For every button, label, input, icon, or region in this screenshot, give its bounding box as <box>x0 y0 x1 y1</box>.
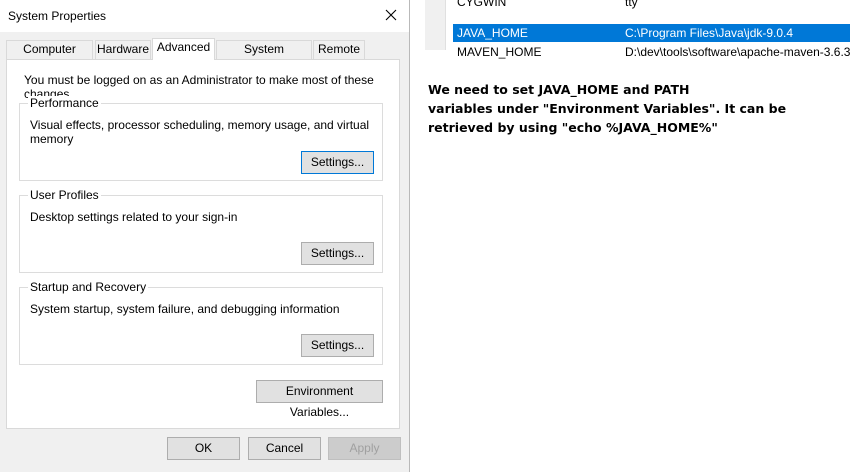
close-icon <box>385 9 397 24</box>
window-title: System Properties <box>8 9 107 23</box>
environment-variables-list: CYGWIN tty JAVA_HOME C:\Program Files\Ja… <box>421 0 850 59</box>
startup-recovery-group: Startup and Recovery System startup, sys… <box>19 280 383 365</box>
apply-button[interactable]: Apply <box>328 437 401 460</box>
env-value: C:\Program Files\Java\jdk-9.0.4 <box>625 26 794 40</box>
instruction-annotation: We need to set JAVA_HOME and PATH variab… <box>428 80 828 137</box>
env-row-cygwin[interactable]: CYGWIN tty <box>453 0 850 11</box>
cancel-button[interactable]: Cancel <box>248 437 321 460</box>
env-name: CYGWIN <box>457 0 507 9</box>
system-properties-dialog: System Properties Computer Name Hardware… <box>0 0 410 472</box>
performance-group-label: Performance <box>28 96 101 110</box>
startup-recovery-group-label: Startup and Recovery <box>28 280 149 294</box>
startup-recovery-description: System startup, system failure, and debu… <box>30 302 340 316</box>
close-button[interactable] <box>372 0 409 32</box>
user-profiles-description: Desktop settings related to your sign-in <box>30 210 238 224</box>
tab-system-protection[interactable]: System Protection <box>216 40 312 73</box>
env-name: MAVEN_HOME <box>457 45 542 59</box>
env-value: tty <box>625 0 638 9</box>
tab-advanced[interactable]: Advanced <box>152 38 215 60</box>
performance-settings-button[interactable]: Settings... <box>301 151 374 174</box>
ok-button[interactable]: OK <box>167 437 240 460</box>
annotation-line: variables under "Environment Variables".… <box>428 101 787 116</box>
performance-description: Visual effects, processor scheduling, me… <box>30 118 370 146</box>
tab-hardware[interactable]: Hardware <box>95 40 151 59</box>
title-bar[interactable]: System Properties <box>0 0 409 32</box>
annotation-line: We need to set JAVA_HOME and PATH <box>428 82 690 97</box>
list-gutter <box>425 0 446 50</box>
environment-variables-button[interactable]: Environment Variables... <box>256 380 383 419</box>
tab-computer-name[interactable]: Computer Name <box>6 40 93 73</box>
user-profiles-settings-button[interactable]: Settings... <box>301 242 374 265</box>
user-profiles-group-label: User Profiles <box>28 188 101 202</box>
user-profiles-group: User Profiles Desktop settings related t… <box>19 188 383 273</box>
startup-recovery-settings-button[interactable]: Settings... <box>301 334 374 357</box>
env-value: D:\dev\tools\software\apache-maven-3.6.3 <box>625 45 850 59</box>
advanced-tab-panel: You must be logged on as an Administrato… <box>6 59 400 429</box>
env-row-maven-home[interactable]: MAVEN_HOME D:\dev\tools\software\apache-… <box>453 43 850 61</box>
tab-remote[interactable]: Remote <box>313 40 365 59</box>
performance-group: Performance Visual effects, processor sc… <box>19 96 383 181</box>
env-row-java-home[interactable]: JAVA_HOME C:\Program Files\Java\jdk-9.0.… <box>453 24 850 42</box>
env-name: JAVA_HOME <box>457 26 528 40</box>
annotation-line: retrieved by using "echo %JAVA_HOME%" <box>428 120 718 135</box>
